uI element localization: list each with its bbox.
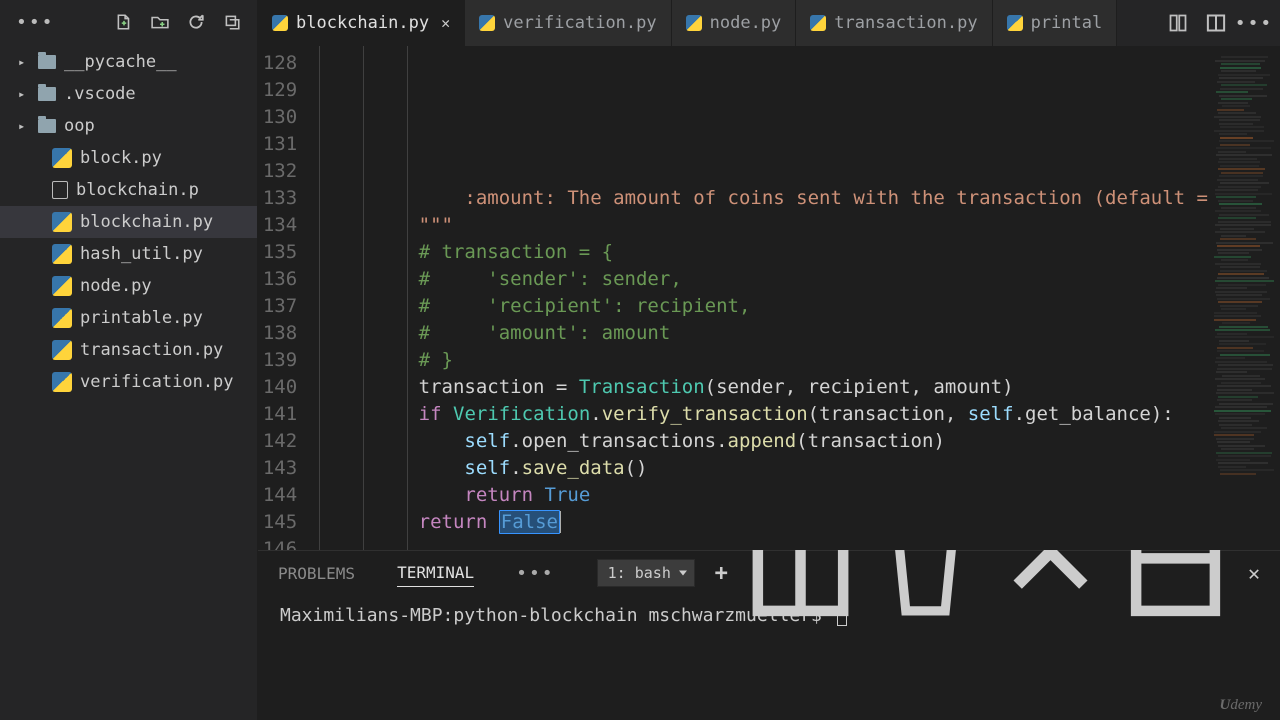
new-file-icon[interactable] xyxy=(115,13,133,31)
tab-label: verification.py xyxy=(503,13,657,33)
close-panel-icon[interactable]: ✕ xyxy=(1248,561,1260,585)
python-icon xyxy=(810,15,826,31)
code-line[interactable]: return False xyxy=(327,509,1208,536)
editor-tab-actions: ••• xyxy=(1152,0,1280,46)
terminal-select[interactable]: 1: bash xyxy=(597,559,695,587)
file-label: printable.py xyxy=(80,308,257,328)
folder-label: __pycache__ xyxy=(64,52,257,72)
folder-icon xyxy=(38,87,56,101)
python-icon xyxy=(52,340,72,360)
code-editor[interactable]: 1281291301311321331341351361371381391401… xyxy=(258,46,1280,550)
code-content[interactable]: :amount: The amount of coins sent with t… xyxy=(319,46,1208,550)
code-line[interactable]: # transaction = { xyxy=(327,239,1208,266)
file-block.py[interactable]: block.py xyxy=(0,142,257,174)
python-icon xyxy=(686,15,702,31)
line-gutter: 1281291301311321331341351361371381391401… xyxy=(258,46,319,550)
close-tab-icon[interactable]: ✕ xyxy=(441,14,450,32)
code-line[interactable]: # 'recipient': recipient, xyxy=(327,293,1208,320)
folder-label: .vscode xyxy=(64,84,257,104)
tab-label: transaction.py xyxy=(834,13,977,33)
file-node.py[interactable]: node.py xyxy=(0,270,257,302)
chevron-right-icon: ▸ xyxy=(18,119,30,133)
file-label: node.py xyxy=(80,276,257,296)
python-icon xyxy=(52,308,72,328)
terminal-cursor xyxy=(837,606,847,626)
terminal-body[interactable]: Maximilians-MBP:python-blockchain mschwa… xyxy=(258,595,1280,720)
tab-label: node.py xyxy=(710,13,782,33)
file-tree[interactable]: ▸ __pycache__▸ .vscode▸ oopblock.pyblock… xyxy=(0,44,257,720)
chevron-right-icon: ▸ xyxy=(18,55,30,69)
bottom-panel: PROBLEMS TERMINAL ••• 1: bash + xyxy=(258,550,1280,720)
file-label: verification.py xyxy=(80,372,257,392)
tab-label: blockchain.py xyxy=(296,13,429,33)
file-label: block.py xyxy=(80,148,257,168)
file-verification.py[interactable]: verification.py xyxy=(0,366,257,398)
file-transaction.py[interactable]: transaction.py xyxy=(0,334,257,366)
folder-.vscode[interactable]: ▸ .vscode xyxy=(0,78,257,110)
code-line[interactable]: :amount: The amount of coins sent with t… xyxy=(327,185,1208,212)
file-label: blockchain.p xyxy=(76,180,257,200)
tab-printal[interactable]: printal xyxy=(993,0,1118,46)
python-icon xyxy=(272,15,288,31)
tab-label: printal xyxy=(1031,13,1103,33)
new-terminal-icon[interactable]: + xyxy=(715,561,728,586)
tab-verification.py[interactable]: verification.py xyxy=(465,0,672,46)
file-blockchain.py[interactable]: blockchain.py xyxy=(0,206,257,238)
more-actions-icon[interactable]: ••• xyxy=(1244,13,1264,33)
minimap[interactable] xyxy=(1208,46,1280,550)
panel-tabs: PROBLEMS TERMINAL ••• 1: bash + xyxy=(258,551,1280,595)
explorer-sidebar: ••• ▸ __pycache__▸ .vscode▸ xyxy=(0,0,258,720)
collapse-all-icon[interactable] xyxy=(223,13,241,31)
watermark: UUdemydemy xyxy=(1220,697,1263,714)
python-icon xyxy=(52,212,72,232)
split-editor-icon[interactable] xyxy=(1206,13,1226,33)
file-printable.py[interactable]: printable.py xyxy=(0,302,257,334)
python-icon xyxy=(52,276,72,296)
file-hash_util.py[interactable]: hash_util.py xyxy=(0,238,257,270)
folder-__pycache__[interactable]: ▸ __pycache__ xyxy=(0,46,257,78)
python-icon xyxy=(52,372,72,392)
code-line[interactable]: if Verification.verify_transaction(trans… xyxy=(327,401,1208,428)
folder-icon xyxy=(38,55,56,69)
code-line[interactable]: # } xyxy=(327,347,1208,374)
explorer-toolbar: ••• xyxy=(0,0,257,44)
code-line[interactable]: self.save_data() xyxy=(327,455,1208,482)
file-label: hash_util.py xyxy=(80,244,257,264)
new-folder-icon[interactable] xyxy=(151,13,169,31)
python-icon xyxy=(52,244,72,264)
explorer-more-icon[interactable]: ••• xyxy=(16,12,55,33)
refresh-icon[interactable] xyxy=(187,13,205,31)
editor-area: blockchain.py ✕ verification.py node.py t… xyxy=(258,0,1280,720)
terminal-selector[interactable]: 1: bash xyxy=(597,559,695,587)
tab-terminal[interactable]: TERMINAL xyxy=(397,559,474,587)
folder-icon xyxy=(38,119,56,133)
python-icon xyxy=(1007,15,1023,31)
code-line[interactable]: return True xyxy=(327,482,1208,509)
chevron-right-icon: ▸ xyxy=(18,87,30,101)
tab-blockchain.py[interactable]: blockchain.py ✕ xyxy=(258,0,465,46)
python-icon xyxy=(52,148,72,168)
file-icon xyxy=(52,181,68,199)
terminal-prompt: Maximilians-MBP:python-blockchain mschwa… xyxy=(280,605,833,626)
code-line[interactable]: transaction = Transaction(sender, recipi… xyxy=(327,374,1208,401)
folder-oop[interactable]: ▸ oop xyxy=(0,110,257,142)
folder-label: oop xyxy=(64,116,257,136)
editor-tabs: blockchain.py ✕ verification.py node.py t… xyxy=(258,0,1280,46)
code-line[interactable] xyxy=(327,536,1208,550)
file-label: blockchain.py xyxy=(80,212,257,232)
tab-transaction.py[interactable]: transaction.py xyxy=(796,0,992,46)
code-line[interactable]: # 'sender': sender, xyxy=(327,266,1208,293)
file-blockchain.p[interactable]: blockchain.p xyxy=(0,174,257,206)
code-line[interactable]: """ xyxy=(327,212,1208,239)
code-line[interactable]: # 'amount': amount xyxy=(327,320,1208,347)
code-line[interactable]: self.open_transactions.append(transactio… xyxy=(327,428,1208,455)
tab-problems[interactable]: PROBLEMS xyxy=(278,560,355,587)
python-icon xyxy=(479,15,495,31)
file-label: transaction.py xyxy=(80,340,257,360)
panel-more-icon[interactable]: ••• xyxy=(516,563,555,584)
compare-icon[interactable] xyxy=(1168,13,1188,33)
tab-node.py[interactable]: node.py xyxy=(672,0,797,46)
